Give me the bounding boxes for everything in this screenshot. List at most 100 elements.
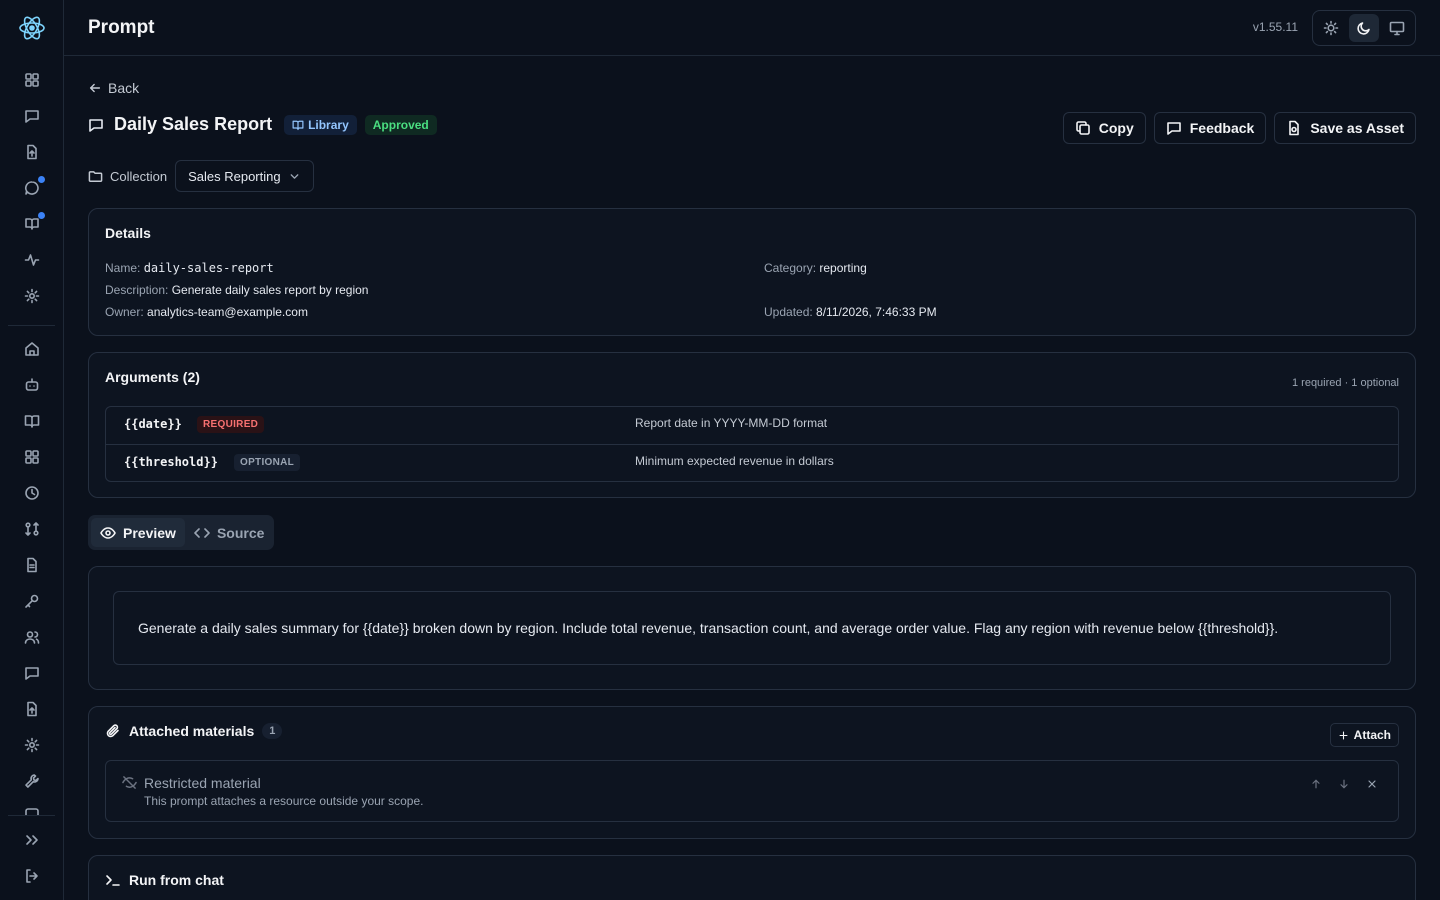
detail-updated: Updated: 8/11/2026, 7:46:33 PM	[764, 305, 937, 319]
library-book-icon[interactable]	[20, 212, 45, 236]
wrench-icon[interactable]	[20, 769, 44, 793]
collection-label: Collection	[88, 169, 167, 184]
argument-row: {{date}} REQUIRED Report date in YYYY-MM…	[106, 407, 1398, 444]
dark-theme-button[interactable]	[1348, 14, 1380, 42]
arguments-summary: 1 required · 1 optional	[1291, 377, 1399, 389]
file-export-icon[interactable]	[20, 697, 44, 721]
top-bar: Prompt v1.55.11	[64, 0, 1440, 56]
file-upload-icon[interactable]	[20, 140, 44, 164]
copy-label: Copy	[1098, 120, 1134, 136]
activity-icon[interactable]	[20, 248, 44, 272]
dashboard-icon[interactable]	[20, 68, 44, 92]
bot-icon[interactable]	[20, 373, 44, 397]
material-item: Restricted material This prompt attaches…	[105, 760, 1399, 822]
light-theme-button[interactable]	[1316, 14, 1347, 42]
feedback-icon	[1166, 122, 1181, 135]
code-icon	[194, 527, 210, 538]
title-row: Daily Sales Report Library Approved	[88, 114, 437, 135]
history-clock-icon[interactable]	[20, 481, 44, 505]
preview-card: Generate a daily sales summary for {{dat…	[88, 566, 1416, 690]
message-square-icon[interactable]	[20, 661, 44, 685]
detail-category-value: reporting	[819, 261, 867, 275]
save-as-asset-button[interactable]: Save as Asset	[1274, 112, 1416, 144]
eye-icon	[100, 526, 116, 539]
folder-icon	[88, 170, 103, 182]
notification-dot	[38, 176, 45, 183]
run-header[interactable]: Run from chat	[105, 872, 224, 888]
material-title: Restricted material	[144, 775, 261, 791]
tab-preview[interactable]: Preview	[91, 518, 185, 547]
library-badge: Library	[284, 114, 357, 135]
prompts-chat-icon[interactable]	[20, 176, 45, 200]
detail-description: Description: Generate daily sales report…	[105, 283, 368, 297]
copy-icon	[1075, 121, 1090, 135]
move-up-icon[interactable]	[1310, 778, 1322, 790]
terminal-icon	[106, 875, 120, 886]
detail-updated-value: 8/11/2026, 7:46:33 PM	[816, 305, 937, 319]
home-icon[interactable]	[20, 337, 44, 361]
page-actions: Copy Feedback Save as Asset	[1062, 112, 1416, 144]
tab-source[interactable]: Source	[185, 518, 273, 547]
document-icon[interactable]	[20, 553, 44, 577]
sidebar-divider	[8, 325, 55, 326]
material-subtitle: This prompt attaches a resource outside …	[144, 794, 424, 808]
sun-icon	[1324, 20, 1339, 36]
argument-name: {{threshold}}	[124, 455, 218, 469]
feedback-label: Feedback	[1189, 120, 1255, 136]
prompt-preview-text: Generate a daily sales summary for {{dat…	[113, 591, 1391, 665]
run-from-chat-card: Run from chat	[88, 855, 1416, 900]
settings-gear-icon[interactable]	[20, 284, 44, 308]
arguments-heading: Arguments (2)	[105, 369, 200, 385]
users-icon[interactable]	[20, 625, 44, 649]
back-link[interactable]: Back	[88, 80, 139, 96]
feedback-button[interactable]: Feedback	[1153, 112, 1267, 144]
chevron-down-icon	[290, 173, 299, 179]
version-label: v1.55.11	[1252, 20, 1298, 34]
attach-button[interactable]: Attach	[1329, 723, 1399, 747]
system-theme-button[interactable]	[1381, 14, 1412, 42]
app-logo-icon[interactable]	[18, 14, 46, 42]
detail-name-label: Name:	[105, 261, 141, 275]
remove-icon[interactable]	[1366, 778, 1378, 790]
detail-owner-label: Owner:	[105, 305, 144, 319]
detail-owner-value: analytics-team@example.com	[147, 305, 308, 319]
detail-updated-label: Updated:	[764, 305, 813, 319]
arguments-table: {{date}} REQUIRED Report date in YYYY-MM…	[105, 406, 1399, 482]
expand-sidebar-icon[interactable]	[20, 828, 44, 852]
copy-button[interactable]: Copy	[1062, 112, 1146, 144]
materials-heading: Attached materials	[129, 723, 255, 739]
move-down-icon[interactable]	[1338, 778, 1350, 790]
theme-switcher	[1312, 10, 1416, 46]
eye-off-icon	[122, 776, 137, 789]
sidebar-divider	[8, 815, 55, 816]
page-title: Daily Sales Report	[114, 114, 273, 134]
key-icon[interactable]	[20, 589, 44, 613]
view-tabs: Preview Source	[88, 515, 274, 550]
details-heading: Details	[105, 225, 151, 241]
detail-description-label: Description:	[105, 283, 169, 297]
tab-source-label: Source	[216, 524, 265, 541]
tab-preview-label: Preview	[123, 524, 176, 541]
chat-icon[interactable]	[20, 104, 44, 128]
cog-icon[interactable]	[20, 733, 44, 757]
detail-owner: Owner: analytics-team@example.com	[105, 305, 308, 319]
library-badge-label: Library	[308, 117, 349, 132]
notification-dot	[38, 212, 45, 219]
book-open-icon[interactable]	[20, 409, 44, 433]
more-items-icon[interactable]	[20, 805, 44, 815]
status-badge: Approved	[364, 114, 437, 135]
collection-select[interactable]: Sales Reporting	[175, 160, 315, 192]
git-compare-icon[interactable]	[20, 517, 44, 541]
detail-description-value: Generate daily sales report by region	[171, 283, 369, 297]
logout-icon[interactable]	[20, 864, 44, 888]
material-actions	[1310, 778, 1378, 790]
save-as-asset-label: Save as Asset	[1310, 120, 1404, 136]
message-square-icon	[89, 118, 103, 132]
arguments-card: Arguments (2) 1 required · 1 optional {{…	[88, 352, 1416, 498]
collection-row: Collection Sales Reporting	[88, 160, 315, 192]
monitor-icon	[1389, 21, 1404, 36]
detail-name: Name: daily-sales-report	[105, 261, 274, 275]
asset-icon	[1289, 120, 1300, 136]
moon-icon	[1357, 22, 1370, 35]
apps-grid-icon[interactable]	[20, 445, 44, 469]
